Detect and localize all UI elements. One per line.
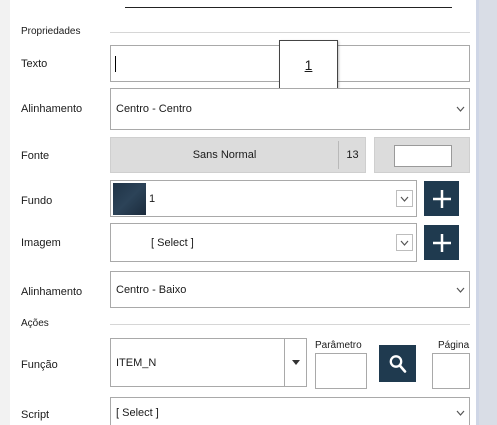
font-name: Sans Normal bbox=[192, 149, 257, 161]
alinhamento-select[interactable]: Centro - Centro bbox=[110, 88, 470, 130]
parametro-label: Parâmetro bbox=[315, 340, 362, 351]
alinhamento-select-value: Centro - Baixo bbox=[116, 283, 187, 296]
fonte-label: Fonte bbox=[21, 150, 50, 162]
fundo-label: Fundo bbox=[21, 195, 53, 207]
alinhamento-label: Alinhamento bbox=[21, 286, 83, 298]
imagem-select[interactable]: [ Select ] bbox=[110, 223, 417, 262]
pagina-label: Página bbox=[438, 340, 470, 351]
autocomplete-popup[interactable]: 1 bbox=[279, 40, 338, 90]
texto-label: Texto bbox=[21, 58, 48, 70]
chevron-down-icon bbox=[452, 398, 469, 425]
caret-down-icon bbox=[291, 360, 300, 365]
scrollbar-track bbox=[476, 0, 479, 425]
imagem-select-value: [ Select ] bbox=[151, 236, 194, 249]
fundo-select-value: 1 bbox=[149, 192, 156, 205]
alinhamento-label: Alinhamento bbox=[21, 103, 83, 115]
section-properties-rule bbox=[110, 32, 470, 33]
imagem-label: Imagem bbox=[21, 237, 61, 249]
section-actions-rule bbox=[110, 324, 470, 325]
section-properties-title: Propriedades bbox=[21, 26, 81, 37]
plus-icon bbox=[432, 189, 451, 208]
add-background-button[interactable] bbox=[424, 181, 459, 216]
funcao-dropdown-button[interactable] bbox=[284, 338, 307, 387]
section-actions-title: Ações bbox=[21, 318, 49, 329]
script-select-value: [ Select ] bbox=[116, 407, 159, 419]
script-label: Script bbox=[21, 409, 50, 421]
funcao-label: Função bbox=[21, 359, 58, 371]
alinhamento-select-value: Centro - Centro bbox=[116, 103, 192, 115]
parametro-input[interactable] bbox=[315, 353, 367, 389]
chevron-down-icon bbox=[452, 272, 469, 307]
text-cursor bbox=[115, 56, 116, 72]
plus-icon bbox=[432, 233, 451, 252]
vertical-scrollbar[interactable] bbox=[476, 0, 497, 425]
add-image-button[interactable] bbox=[424, 225, 459, 260]
search-button[interactable] bbox=[379, 345, 416, 382]
alinhamento-select[interactable]: Centro - Baixo bbox=[110, 271, 470, 308]
font-color-swatch bbox=[394, 145, 452, 167]
script-select[interactable]: [ Select ] bbox=[110, 397, 470, 425]
chevron-down-icon bbox=[452, 89, 469, 129]
pagina-input[interactable] bbox=[432, 353, 470, 389]
funcao-input[interactable]: ITEM_N bbox=[110, 338, 285, 387]
magnifier-icon bbox=[389, 354, 406, 373]
font-color-button[interactable] bbox=[374, 137, 470, 173]
autocomplete-value: 1 bbox=[304, 57, 313, 73]
chevron-down-icon bbox=[396, 234, 413, 251]
font-size: 13 bbox=[346, 149, 359, 161]
chevron-down-icon bbox=[396, 190, 413, 207]
font-picker-button[interactable]: Sans Normal 13 bbox=[110, 137, 366, 173]
top-divider bbox=[125, 7, 452, 8]
left-panel-edge bbox=[0, 0, 10, 425]
funcao-input-value: ITEM_N bbox=[116, 356, 157, 369]
background-swatch bbox=[113, 183, 146, 215]
fundo-select[interactable]: 1 bbox=[110, 180, 417, 217]
